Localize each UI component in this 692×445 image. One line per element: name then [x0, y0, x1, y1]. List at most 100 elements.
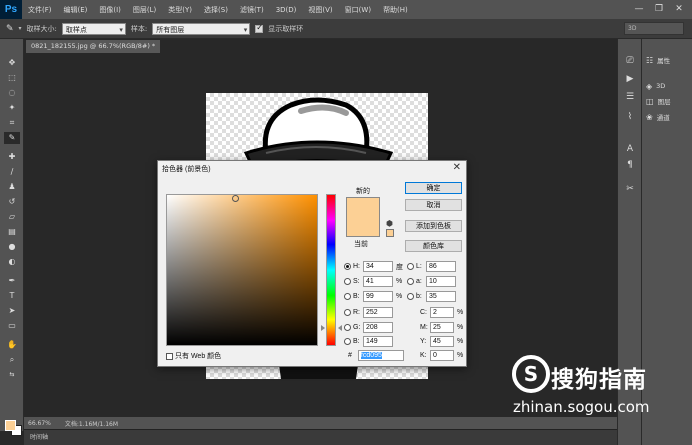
green-radio[interactable]: [344, 324, 351, 331]
close-icon[interactable]: ✕: [453, 162, 461, 173]
sample-size-select[interactable]: 取样点: [61, 22, 126, 36]
dodge-tool-icon[interactable]: ◐: [4, 256, 20, 268]
menu-filter[interactable]: 滤镜(T): [234, 5, 270, 15]
chevron-down-icon[interactable]: ▾: [19, 25, 22, 32]
hue-slider[interactable]: [326, 194, 336, 346]
adjust-icon[interactable]: ☰: [623, 91, 637, 103]
hue-field[interactable]: 34: [363, 261, 393, 272]
eraser-tool-icon[interactable]: ▱: [4, 211, 20, 223]
lightness-field[interactable]: 86: [426, 261, 456, 272]
lightness-radio[interactable]: [407, 263, 414, 270]
properties-icon: ☷: [646, 55, 654, 65]
web-only-option[interactable]: 只有 Web 颜色: [166, 351, 221, 361]
zoom-level[interactable]: 66.67%: [28, 420, 51, 427]
color-field[interactable]: [166, 194, 318, 346]
history-brush-icon[interactable]: ↺: [4, 196, 20, 208]
minimize-button[interactable]: —: [630, 2, 648, 16]
web-safe-swatch[interactable]: [386, 229, 394, 237]
menu-type[interactable]: 类型(Y): [162, 5, 198, 15]
cancel-button[interactable]: 取消: [405, 199, 462, 211]
panel-3d[interactable]: ◈ 3D: [646, 79, 665, 93]
shape-tool-icon[interactable]: ▭: [4, 320, 20, 332]
panel-properties[interactable]: ☷ 属性: [646, 53, 670, 67]
brightness-radio[interactable]: [344, 293, 351, 300]
menu-layer[interactable]: 图层(L): [127, 5, 162, 15]
type-tool-icon[interactable]: T: [4, 290, 20, 302]
yellow-field[interactable]: 45: [430, 336, 454, 347]
hex-label: #: [348, 352, 352, 359]
close-button[interactable]: ✕: [670, 2, 688, 16]
menu-window[interactable]: 窗口(W): [339, 5, 377, 15]
red-row: R: 252: [344, 307, 396, 318]
marquee-tool-icon[interactable]: ⬚: [4, 72, 20, 84]
red-field[interactable]: 252: [363, 307, 393, 318]
foreground-color-swatch[interactable]: [5, 420, 16, 431]
panel-layers[interactable]: ◫ 图层: [646, 94, 671, 108]
character-icon[interactable]: A: [623, 143, 637, 155]
document-tab[interactable]: 0821_182155.jpg @ 66.7%(RGB/8#) *: [26, 40, 160, 53]
color-picker-cursor[interactable]: [232, 195, 239, 202]
menu-help[interactable]: 帮助(H): [377, 5, 414, 15]
menu-image[interactable]: 图像(I): [93, 5, 127, 15]
clone-stamp-icon[interactable]: ♟: [4, 181, 20, 193]
menu-3d[interactable]: 3D(D): [270, 6, 303, 14]
menu-view[interactable]: 视图(V): [302, 5, 338, 15]
current-color-swatch[interactable]: [346, 217, 380, 237]
menu-edit[interactable]: 编辑(E): [58, 5, 94, 15]
menu-file[interactable]: 文件(F): [22, 5, 58, 15]
actions-icon[interactable]: ▶: [623, 73, 637, 85]
lasso-tool-icon[interactable]: ◌: [4, 87, 20, 99]
zoom-tool-icon[interactable]: ⌕: [4, 354, 20, 366]
ok-button[interactable]: 确定: [405, 182, 462, 194]
show-ring-checkbox[interactable]: [255, 23, 264, 33]
magenta-field[interactable]: 25: [430, 322, 454, 333]
green-field[interactable]: 208: [363, 322, 393, 333]
healing-brush-icon[interactable]: ✚: [4, 151, 20, 163]
blue-radio[interactable]: [344, 338, 351, 345]
cube-icon[interactable]: ⬢: [386, 219, 393, 228]
hue-slider-right-arrow[interactable]: [338, 325, 342, 331]
hex-field[interactable]: fcd095: [357, 350, 404, 361]
path-selection-icon[interactable]: ➤: [4, 305, 20, 317]
eyedropper-tool-icon[interactable]: ✎: [4, 132, 20, 144]
hand-tool-icon[interactable]: ✋: [4, 339, 20, 351]
brush-tool-icon[interactable]: ∕: [4, 166, 20, 178]
b-channel-row: b: 35: [407, 291, 459, 302]
menu-bar: Ps 文件(F) 编辑(E) 图像(I) 图层(L) 类型(Y) 选择(S) 滤…: [0, 0, 692, 19]
web-only-checkbox[interactable]: [166, 352, 173, 360]
swap-colors-icon[interactable]: ⇆: [4, 369, 20, 381]
blur-tool-icon[interactable]: ●: [4, 241, 20, 253]
history-icon[interactable]: ⎚: [623, 55, 637, 67]
add-swatch-button[interactable]: 添加到色板: [405, 220, 462, 232]
panel-channels[interactable]: ❀ 通道: [646, 110, 670, 124]
workspace-select[interactable]: 3D: [624, 22, 684, 35]
move-tool-icon[interactable]: ✥: [4, 57, 20, 69]
menu-select[interactable]: 选择(S): [198, 5, 234, 15]
tools-icon[interactable]: ✂: [623, 183, 637, 195]
red-radio[interactable]: [344, 309, 351, 316]
eyedropper-icon[interactable]: ✎: [6, 24, 14, 34]
a-channel-radio[interactable]: [407, 278, 414, 285]
sample-size-label: 取样大小:: [26, 24, 57, 33]
hue-slider-left-arrow[interactable]: [321, 325, 325, 331]
hue-radio[interactable]: [344, 263, 351, 270]
crop-tool-icon[interactable]: ⌗: [4, 117, 20, 129]
blue-field[interactable]: 149: [363, 336, 393, 347]
color-libraries-button[interactable]: 颜色库: [405, 240, 462, 252]
saturation-field[interactable]: 41: [363, 276, 393, 287]
b-channel-radio[interactable]: [407, 293, 414, 300]
brush-presets-icon[interactable]: ⌇: [623, 111, 637, 123]
paragraph-icon[interactable]: ¶: [623, 159, 637, 171]
gradient-tool-icon[interactable]: ▤: [4, 226, 20, 238]
saturation-radio[interactable]: [344, 278, 351, 285]
a-channel-field[interactable]: 10: [426, 276, 456, 287]
sample-select[interactable]: 所有图层: [152, 22, 251, 36]
black-field[interactable]: 0: [430, 350, 454, 361]
b-channel-field[interactable]: 35: [426, 291, 456, 302]
restore-button[interactable]: ❐: [650, 2, 668, 16]
magic-wand-icon[interactable]: ✦: [4, 102, 20, 114]
timeline-panel[interactable]: 时间轴: [24, 429, 617, 445]
pen-tool-icon[interactable]: ✒: [4, 275, 20, 287]
cyan-field[interactable]: 2: [430, 307, 454, 318]
brightness-field[interactable]: 99: [363, 291, 393, 302]
